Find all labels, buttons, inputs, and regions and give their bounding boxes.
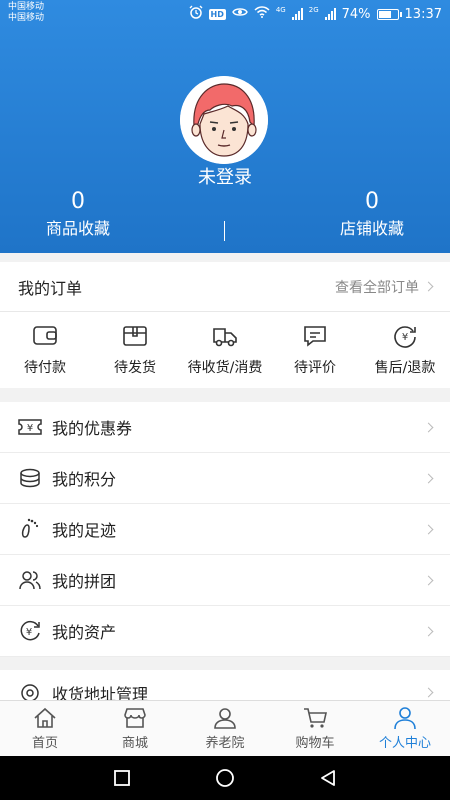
tab-cart[interactable]: 购物车	[270, 701, 360, 756]
chevron-right-icon	[423, 473, 434, 483]
order-refund-label: 售后/退款	[374, 359, 436, 376]
order-pending-receipt[interactable]: 待收货/消费	[180, 312, 270, 387]
person-icon	[394, 707, 416, 730]
tab-nursing-home[interactable]: 养老院	[180, 701, 270, 756]
package-icon	[123, 325, 147, 346]
chevron-right-icon	[423, 575, 434, 585]
signal-icon-2	[324, 8, 336, 20]
chevron-right-icon	[423, 687, 434, 698]
store-favorites[interactable]: 0 店铺收藏	[302, 188, 442, 240]
orders-section: 我的订单 查看全部订单 待付款 待发货 待收货/消费 待评价 ¥ 售后/退款	[0, 262, 450, 388]
store-favorites-count: 0	[365, 189, 379, 214]
store-favorites-label: 店铺收藏	[339, 219, 404, 238]
location-icon	[21, 683, 39, 702]
view-all-orders-link[interactable]: 查看全部订单	[335, 277, 434, 297]
menu-points-label: 我的积分	[52, 470, 117, 489]
carrier-label-1: 中国移动	[8, 2, 45, 12]
product-favorites[interactable]: 0 商品收藏	[8, 188, 148, 240]
stats-divider	[224, 221, 225, 241]
battery-fill	[378, 10, 392, 18]
svg-text:¥: ¥	[27, 423, 33, 434]
chevron-right-icon	[423, 524, 434, 534]
home-icon	[34, 707, 56, 728]
status-icons: HD 4G 2G 74% 13:37	[189, 4, 442, 24]
clock: 13:37	[404, 6, 442, 22]
back-icon[interactable]	[318, 768, 338, 788]
chevron-right-icon	[423, 626, 434, 636]
network-label-2: 2G	[308, 6, 319, 14]
signal-icon	[291, 8, 303, 20]
product-favorites-count: 0	[71, 189, 85, 214]
menu-points[interactable]: 我的积分	[0, 453, 450, 504]
system-navigation-bar	[0, 756, 450, 800]
refund-icon: ¥	[394, 325, 416, 348]
orders-header: 我的订单 查看全部订单	[0, 262, 450, 312]
cart-icon	[304, 708, 327, 728]
order-pending-receipt-label: 待收货/消费	[187, 359, 263, 376]
order-status-row: 待付款 待发货 待收货/消费 待评价 ¥ 售后/退款	[0, 312, 450, 387]
menu-coupons[interactable]: ¥ 我的优惠券	[0, 402, 450, 453]
assets-icon: ¥	[20, 620, 40, 641]
tab-store[interactable]: 商城	[90, 701, 180, 756]
tab-home-label: 首页	[31, 736, 58, 751]
tab-cart-label: 购物车	[295, 736, 335, 751]
hd-badge: HD	[208, 8, 226, 20]
carrier-label-2: 中国移动	[8, 13, 45, 23]
battery-percent: 74%	[341, 6, 371, 22]
coupon-icon: ¥	[18, 419, 42, 435]
tab-store-label: 商城	[121, 736, 148, 751]
bottom-tab-bar: 首页 商城 养老院 购物车 个人中心	[0, 700, 450, 756]
svg-text:¥: ¥	[402, 332, 408, 343]
tab-profile[interactable]: 个人中心	[360, 701, 450, 756]
comment-icon	[304, 325, 326, 347]
svg-text:¥: ¥	[26, 627, 32, 638]
address-menu: 收货地址管理	[0, 670, 450, 702]
network-label-1: 4G	[275, 6, 286, 14]
menu-assets-label: 我的资产	[52, 623, 117, 642]
group-icon	[19, 571, 41, 590]
order-pending-shipment-label: 待发货	[114, 359, 156, 376]
menu-footprints[interactable]: 我的足迹	[0, 504, 450, 555]
tab-home[interactable]: 首页	[0, 701, 90, 756]
orders-title: 我的订单	[18, 278, 83, 298]
login-status[interactable]: 未登录	[0, 163, 450, 189]
wallet-icon	[33, 325, 57, 345]
order-pending-shipment[interactable]: 待发货	[90, 312, 180, 387]
product-favorites-label: 商品收藏	[45, 219, 110, 238]
menu-coupons-label: 我的优惠券	[52, 419, 133, 438]
order-pending-review-label: 待评价	[294, 359, 336, 376]
alarm-icon	[189, 5, 203, 23]
truck-icon	[213, 327, 237, 346]
status-bar: 中国移动 中国移动 HD 4G 2G 74% 13:37	[0, 0, 450, 28]
menu-address[interactable]: 收货地址管理	[0, 670, 450, 702]
tab-nursing-home-label: 养老院	[205, 736, 245, 751]
account-menu: ¥ 我的优惠券 我的积分 我的足迹 我的拼团 ¥ 我的资产	[0, 402, 450, 657]
profile-header: 中国移动 中国移动 HD 4G 2G 74% 13:37 未登录 0 商品收藏 …	[0, 0, 450, 253]
order-pending-payment-label: 待付款	[24, 359, 66, 376]
view-all-orders-label: 查看全部订单	[335, 279, 419, 296]
eye-icon	[232, 6, 248, 22]
nursing-home-icon	[214, 708, 236, 729]
home-circle-icon[interactable]	[215, 768, 235, 788]
store-icon	[124, 708, 146, 728]
avatar-face-icon	[180, 76, 268, 164]
coins-icon	[20, 468, 40, 488]
menu-address-label: 收货地址管理	[52, 684, 149, 703]
tab-profile-label: 个人中心	[378, 736, 431, 751]
chevron-right-icon	[423, 422, 434, 432]
carrier-info: 中国移动 中国移动	[8, 2, 44, 24]
order-refund[interactable]: ¥ 售后/退款	[360, 312, 450, 387]
order-pending-payment[interactable]: 待付款	[0, 312, 90, 387]
avatar[interactable]	[180, 76, 268, 164]
order-pending-review[interactable]: 待评价	[270, 312, 360, 387]
menu-footprints-label: 我的足迹	[52, 521, 117, 540]
menu-group-buy[interactable]: 我的拼团	[0, 555, 450, 606]
menu-group-buy-label: 我的拼团	[52, 572, 117, 591]
battery-icon	[376, 8, 402, 20]
chevron-right-icon	[423, 281, 434, 292]
footprint-icon	[21, 518, 39, 538]
menu-assets[interactable]: ¥ 我的资产	[0, 606, 450, 657]
recents-icon[interactable]	[112, 768, 132, 788]
wifi-icon	[254, 6, 270, 22]
